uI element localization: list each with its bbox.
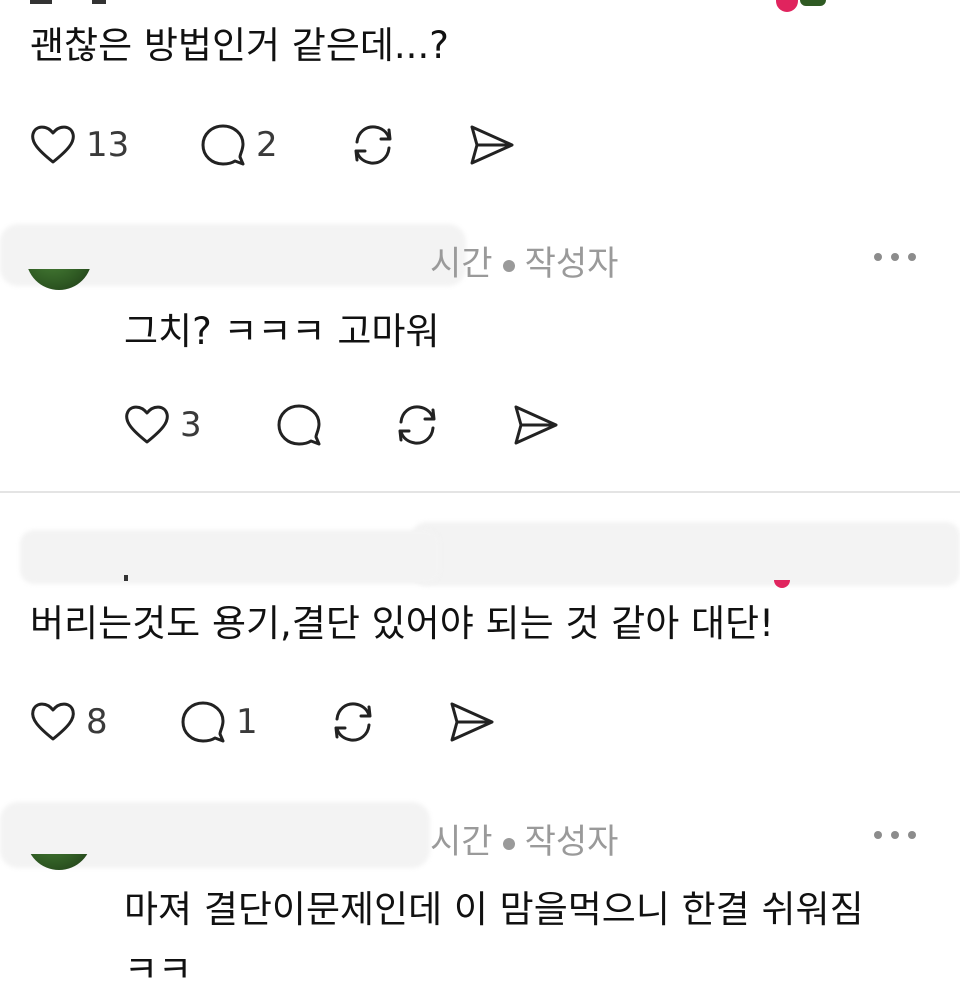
repost-button[interactable] — [348, 120, 398, 170]
author-badge: 작성자 — [524, 244, 619, 284]
cut-username-remnant — [30, 0, 52, 4]
liked-by-author-icon — [776, 0, 798, 12]
redacted-username — [20, 530, 440, 584]
send-icon — [470, 125, 514, 165]
meta-separator — [502, 259, 515, 272]
reply-button[interactable]: 2 — [198, 120, 278, 170]
meta-time: 시간 — [430, 244, 493, 284]
comment-text: 괜찮은 방법인거 같은데...? — [30, 24, 449, 67]
comment-meta: 시간 작성자 — [430, 814, 618, 863]
like-count: 8 — [86, 702, 108, 742]
cut-username-remnant — [124, 575, 128, 581]
share-button[interactable] — [466, 120, 516, 170]
repost-icon — [354, 125, 392, 165]
redacted-username — [412, 522, 960, 586]
more-dots-icon[interactable] — [874, 250, 916, 264]
comment-text: 버리는것도 용기,결단 있어야 되는 것 같아 대단! — [30, 602, 774, 645]
author-badge: 작성자 — [524, 822, 619, 862]
heart-icon — [31, 702, 75, 741]
heart-icon — [125, 405, 169, 444]
like-button[interactable]: 3 — [122, 400, 202, 450]
repost-button[interactable] — [328, 697, 378, 747]
send-icon — [450, 702, 494, 742]
share-button[interactable] — [510, 400, 560, 450]
cut-username-remnant — [92, 0, 106, 4]
reply-count: 2 — [256, 125, 278, 165]
heart-icon — [31, 125, 75, 164]
comment-text: 그치? ㅋㅋㅋ 고마워 — [124, 310, 440, 353]
speech-bubble-icon — [201, 124, 245, 166]
reply-count: 1 — [236, 702, 258, 742]
comment-text-line-1: 마져 결단이문제인데 이 맘을먹으니 한결 쉬워짐 — [124, 888, 864, 931]
share-button[interactable] — [446, 697, 496, 747]
meta-separator — [502, 837, 515, 850]
repost-icon — [334, 702, 372, 742]
comment-text-line-2: ㅋㅋ — [124, 948, 193, 991]
reply-button[interactable] — [274, 400, 332, 450]
more-dots-icon[interactable] — [874, 828, 916, 842]
repost-button[interactable] — [392, 400, 442, 450]
thread-divider — [0, 491, 960, 493]
comment-meta: 시간 작성자 — [430, 236, 618, 285]
meta-time: 시간 — [430, 822, 493, 862]
like-button[interactable]: 13 — [28, 120, 129, 170]
reply-button[interactable]: 1 — [178, 697, 258, 747]
like-button[interactable]: 8 — [28, 697, 108, 747]
repost-icon — [398, 405, 436, 445]
speech-bubble-icon — [277, 404, 321, 446]
send-icon — [514, 405, 558, 445]
speech-bubble-icon — [181, 701, 225, 743]
like-count: 3 — [180, 405, 202, 445]
liked-avatar — [800, 0, 826, 6]
liked-by-author-icon — [774, 580, 790, 588]
like-count: 13 — [86, 125, 130, 165]
